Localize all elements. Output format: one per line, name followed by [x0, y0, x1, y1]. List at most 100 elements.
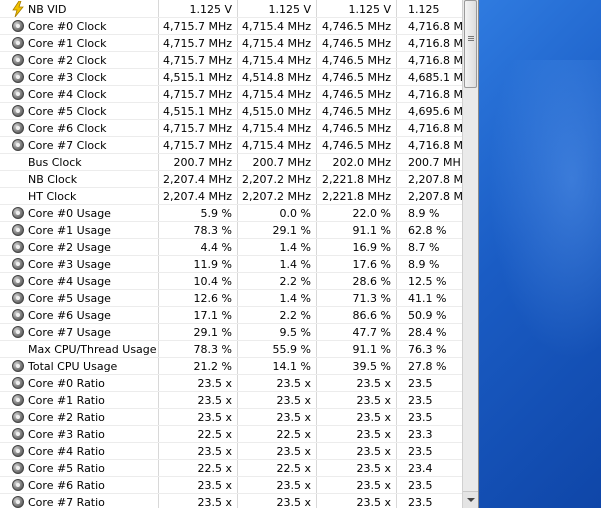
sensor-row[interactable]: Core #7 Ratio 23.5 x 23.5 x 23.5 x 23.5	[0, 494, 462, 508]
sensor-label: Total CPU Usage	[8, 358, 158, 375]
sensor-row[interactable]: Core #6 Ratio 23.5 x 23.5 x 23.5 x 23.5	[0, 477, 462, 494]
sensor-label-text: Total CPU Usage	[28, 360, 118, 373]
current-value: 4,715.7 MHz	[162, 139, 232, 152]
current-value: 4,715.7 MHz	[162, 88, 232, 101]
sensor-label-text: Core #5 Clock	[28, 105, 107, 118]
gauge-icon	[12, 479, 24, 491]
minimum-value: 23.5 x	[276, 496, 312, 508]
current-value: 2,207.4 MHz	[162, 173, 232, 186]
sensor-row[interactable]: Core #5 Usage 12.6 % 1.4 % 71.3 % 41.1 %	[0, 290, 462, 307]
sensor-label-text: Core #2 Clock	[28, 54, 107, 67]
sensor-row[interactable]: Total CPU Usage 21.2 % 14.1 % 39.5 % 27.8 %	[0, 358, 462, 375]
sensor-label: Max CPU/Thread Usage	[8, 341, 158, 358]
sensor-label-text: Max CPU/Thread Usage	[28, 343, 157, 356]
sensor-label-text: Core #3 Ratio	[28, 428, 105, 441]
maximum-value: 39.5 %	[352, 360, 391, 373]
sensor-row[interactable]: Core #0 Usage 5.9 % 0.0 % 22.0 % 8.9 %	[0, 205, 462, 222]
sensor-label: Core #1 Clock	[8, 35, 158, 52]
sensor-row[interactable]: Core #4 Usage 10.4 % 2.2 % 28.6 % 12.5 %	[0, 273, 462, 290]
sensor-row[interactable]: Core #4 Clock 4,715.7 MHz 4,715.4 MHz 4,746…	[0, 86, 462, 103]
sensor-row[interactable]: Core #2 Ratio 23.5 x 23.5 x 23.5 x 23.5	[0, 409, 462, 426]
sensor-label: Core #0 Ratio	[8, 375, 158, 392]
sensor-label: Core #4 Usage	[8, 273, 158, 290]
sensor-row[interactable]: Core #1 Usage 78.3 % 29.1 % 91.1 % 62.8 %	[0, 222, 462, 239]
sensor-label-text: Core #7 Ratio	[28, 496, 105, 508]
sensor-row[interactable]: NB VID 1.125 V 1.125 V 1.125 V 1.125	[0, 1, 462, 18]
average-value: 41.1 %	[408, 292, 447, 305]
current-value: 4.4 %	[200, 241, 232, 254]
sensor-label-text: Core #4 Clock	[28, 88, 107, 101]
sensor-label: Core #5 Clock	[8, 103, 158, 120]
current-value: 200.7 MHz	[173, 156, 232, 169]
maximum-value: 4,746.5 MHz	[321, 88, 391, 101]
minimum-value: 4,715.4 MHz	[241, 37, 311, 50]
current-value: 17.1 %	[193, 309, 232, 322]
scrollbar-thumb[interactable]	[464, 0, 477, 88]
sensor-row[interactable]: Core #5 Ratio 22.5 x 22.5 x 23.5 x 23.4	[0, 460, 462, 477]
gauge-icon	[12, 496, 24, 508]
average-value: 23.5	[408, 394, 433, 407]
sensor-label-text: Core #2 Usage	[28, 241, 111, 254]
sensor-label-text: Core #0 Ratio	[28, 377, 105, 390]
sensor-row[interactable]: HT Clock 2,207.4 MHz 2,207.2 MHz 2,221.8 MH…	[0, 188, 462, 205]
sensor-row[interactable]: Core #3 Ratio 22.5 x 22.5 x 23.5 x 23.3	[0, 426, 462, 443]
scroll-down-arrow-icon[interactable]	[463, 491, 478, 508]
sensor-label-text: Core #3 Usage	[28, 258, 111, 271]
average-value: 4,716.8 MH	[408, 88, 462, 101]
current-value: 4,715.7 MHz	[162, 54, 232, 67]
maximum-value: 2,221.8 MHz	[321, 190, 391, 203]
sensor-row[interactable]: Core #0 Clock 4,715.7 MHz 4,715.4 MHz 4,746…	[0, 18, 462, 35]
minimum-value: 2.2 %	[279, 275, 311, 288]
sensor-row[interactable]: Core #3 Usage 11.9 % 1.4 % 17.6 % 8.9 %	[0, 256, 462, 273]
minimum-value: 4,715.4 MHz	[241, 20, 311, 33]
maximum-value: 23.5 x	[356, 462, 392, 475]
sensor-label-text: Core #4 Ratio	[28, 445, 105, 458]
gauge-icon	[12, 292, 24, 304]
maximum-value: 4,746.5 MHz	[321, 37, 391, 50]
average-value: 27.8 %	[408, 360, 447, 373]
sensor-row[interactable]: Core #2 Usage 4.4 % 1.4 % 16.9 % 8.7 %	[0, 239, 462, 256]
sensor-row[interactable]: Core #7 Clock 4,715.7 MHz 4,715.4 MHz 4,746…	[0, 137, 462, 154]
sensor-row[interactable]: Core #2 Clock 4,715.7 MHz 4,715.4 MHz 4,746…	[0, 52, 462, 69]
average-value: 23.5	[408, 496, 433, 508]
sensor-row[interactable]: Core #3 Clock 4,515.1 MHz 4,514.8 MHz 4,746…	[0, 69, 462, 86]
maximum-value: 4,746.5 MHz	[321, 20, 391, 33]
sensor-row[interactable]: Bus Clock 200.7 MHz 200.7 MHz 202.0 MHz 200.…	[0, 154, 462, 171]
maximum-value: 86.6 %	[352, 309, 391, 322]
average-value: 200.7 MH	[408, 156, 461, 169]
maximum-value: 91.1 %	[352, 343, 391, 356]
sensor-row[interactable]: Core #5 Clock 4,515.1 MHz 4,515.0 MHz 4,746…	[0, 103, 462, 120]
sensor-row[interactable]: Core #6 Clock 4,715.7 MHz 4,715.4 MHz 4,746…	[0, 120, 462, 137]
minimum-value: 4,715.4 MHz	[241, 139, 311, 152]
sensor-row[interactable]: Core #1 Clock 4,715.7 MHz 4,715.4 MHz 4,746…	[0, 35, 462, 52]
sensor-label: Core #4 Clock	[8, 86, 158, 103]
sensor-label-text: Core #7 Clock	[28, 139, 107, 152]
minimum-value: 55.9 %	[272, 343, 311, 356]
gauge-icon	[12, 54, 24, 66]
current-value: 29.1 %	[193, 326, 232, 339]
sensor-label: Core #2 Ratio	[8, 409, 158, 426]
sensor-label-text: NB Clock	[28, 173, 78, 186]
average-value: 4,716.8 MH	[408, 122, 462, 135]
sensor-label: Core #5 Ratio	[8, 460, 158, 477]
sensor-row[interactable]: NB Clock 2,207.4 MHz 2,207.2 MHz 2,221.8 MH…	[0, 171, 462, 188]
sensor-row[interactable]: Core #6 Usage 17.1 % 2.2 % 86.6 % 50.9 %	[0, 307, 462, 324]
gauge-icon	[12, 258, 24, 270]
maximum-value: 91.1 %	[352, 224, 391, 237]
sensor-row[interactable]: Max CPU/Thread Usage 78.3 % 55.9 % 91.1 % 76…	[0, 341, 462, 358]
sensor-row[interactable]: Core #4 Ratio 23.5 x 23.5 x 23.5 x 23.5	[0, 443, 462, 460]
sensor-row[interactable]: Core #7 Usage 29.1 % 9.5 % 47.7 % 28.4 %	[0, 324, 462, 341]
current-value: 4,515.1 MHz	[162, 71, 232, 84]
vertical-scrollbar[interactable]	[462, 0, 478, 508]
sensor-label-text: Core #5 Usage	[28, 292, 111, 305]
sensor-row[interactable]: Core #1 Ratio 23.5 x 23.5 x 23.5 x 23.5	[0, 392, 462, 409]
current-value: 22.5 x	[197, 428, 233, 441]
minimum-value: 4,515.0 MHz	[241, 105, 311, 118]
sensor-label: Core #0 Usage	[8, 205, 158, 222]
gauge-icon	[12, 411, 24, 423]
sensor-row[interactable]: Core #0 Ratio 23.5 x 23.5 x 23.5 x 23.5	[0, 375, 462, 392]
gauge-icon	[12, 394, 24, 406]
current-value: 78.3 %	[193, 224, 232, 237]
sensor-label: Core #6 Clock	[8, 120, 158, 137]
maximum-value: 22.0 %	[352, 207, 391, 220]
